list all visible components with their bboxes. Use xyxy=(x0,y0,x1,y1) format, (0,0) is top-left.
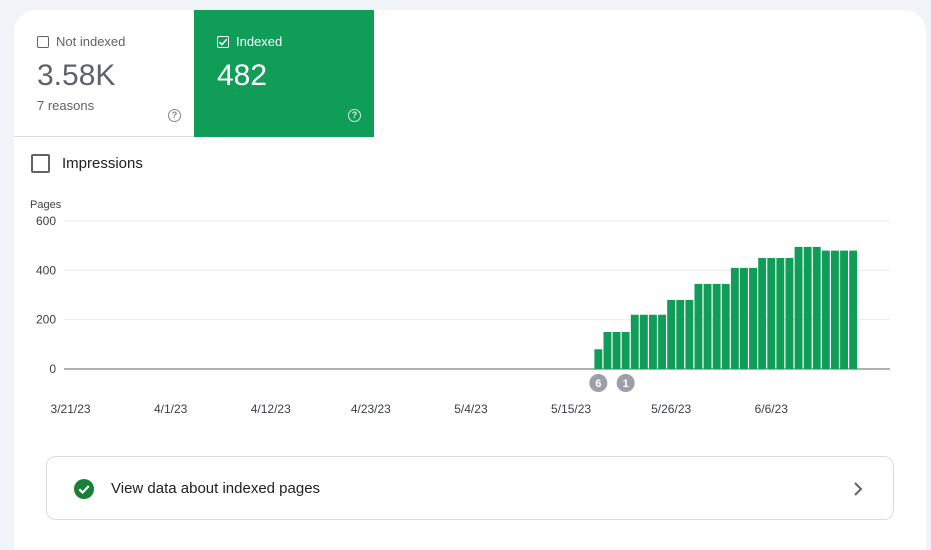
help-icon[interactable]: ? xyxy=(348,109,361,122)
chart-bar[interactable] xyxy=(749,267,757,369)
chart-bar[interactable] xyxy=(831,250,839,369)
chart-bar[interactable] xyxy=(694,283,703,369)
help-icon[interactable]: ? xyxy=(168,109,181,122)
chart-bar[interactable] xyxy=(794,246,803,369)
y-tick-label: 400 xyxy=(36,263,56,277)
chart-bar[interactable] xyxy=(812,246,821,369)
chart-bar[interactable] xyxy=(712,283,721,369)
checkbox-unchecked-icon[interactable] xyxy=(31,154,50,173)
chart-bar[interactable] xyxy=(676,299,685,369)
indexed-pages-chart: Pages 600 400 200 0 3/21/23 4/1/23 4/12/23 4/2… xyxy=(30,199,890,416)
chart-bar[interactable] xyxy=(821,250,830,369)
checkbox-unchecked-icon[interactable] xyxy=(37,35,49,48)
not-indexed-tile[interactable]: Not indexed 3.58K 7 reasons ? xyxy=(14,10,194,137)
x-tick-label: 4/12/23 xyxy=(251,402,291,416)
annotation-marker[interactable]: 1 xyxy=(616,374,635,392)
annotation-marker[interactable]: 6 xyxy=(589,374,608,392)
chart-bar[interactable] xyxy=(639,314,648,369)
annotation-label: 1 xyxy=(623,378,629,390)
x-tick-label: 6/6/23 xyxy=(755,402,789,416)
chart-bar[interactable] xyxy=(758,258,767,369)
not-indexed-label: Not indexed xyxy=(56,34,126,49)
chart-bar[interactable] xyxy=(685,299,694,369)
chart-bar[interactable] xyxy=(785,258,794,369)
y-tick-label: 600 xyxy=(36,214,56,228)
chart-bar[interactable] xyxy=(603,332,612,369)
chart-bar[interactable] xyxy=(721,283,730,369)
chart-bar[interactable] xyxy=(612,332,621,369)
chart-bar[interactable] xyxy=(840,250,848,369)
coverage-card: Not indexed 3.58K 7 reasons ? Indexed 48… xyxy=(14,10,926,550)
not-indexed-reasons: 7 reasons xyxy=(37,98,95,113)
not-indexed-value: 3.58K xyxy=(37,59,116,92)
x-tick-label: 5/15/23 xyxy=(551,402,591,416)
impressions-toggle[interactable]: Impressions xyxy=(31,154,143,173)
chart-bar[interactable] xyxy=(621,332,630,369)
checkbox-checked-icon[interactable] xyxy=(217,35,229,48)
x-tick-label: 3/21/23 xyxy=(51,402,91,416)
chart-bar[interactable] xyxy=(630,314,639,369)
indexed-value: 482 xyxy=(217,59,268,92)
x-axis-ticks: 3/21/23 4/1/23 4/12/23 4/23/23 5/4/23 5/15/23… xyxy=(51,402,789,416)
chart-bar[interactable] xyxy=(849,250,858,369)
chart-bar[interactable] xyxy=(649,314,657,369)
not-indexed-header: Not indexed xyxy=(37,34,125,49)
y-tick-label: 200 xyxy=(36,313,56,327)
view-indexed-pages-link[interactable]: View data about indexed pages xyxy=(46,456,894,520)
impressions-label: Impressions xyxy=(62,155,143,172)
x-tick-label: 4/1/23 xyxy=(154,402,188,416)
y-axis-label: Pages xyxy=(30,199,62,211)
chart-bar[interactable] xyxy=(776,258,785,369)
chart-bar[interactable] xyxy=(730,267,739,369)
chart-bar[interactable] xyxy=(703,283,712,369)
x-tick-label: 4/23/23 xyxy=(351,402,391,416)
chart-annotations: 61 xyxy=(589,374,635,392)
chevron-right-icon xyxy=(854,482,863,496)
x-tick-label: 5/26/23 xyxy=(651,402,691,416)
indexed-label: Indexed xyxy=(236,34,283,49)
indexed-header: Indexed xyxy=(217,34,282,49)
chart-bar[interactable] xyxy=(767,258,776,369)
chart-bar[interactable] xyxy=(740,267,748,369)
chart-bar[interactable] xyxy=(667,299,676,369)
chart-bar[interactable] xyxy=(803,246,812,369)
y-tick-label: 0 xyxy=(49,362,56,376)
chart-bars xyxy=(594,246,858,369)
annotation-label: 6 xyxy=(595,378,601,390)
check-circle-icon xyxy=(74,479,94,499)
x-tick-label: 5/4/23 xyxy=(454,402,488,416)
view-indexed-pages-label: View data about indexed pages xyxy=(111,480,321,497)
chart-bar[interactable] xyxy=(594,349,603,369)
chart-bar[interactable] xyxy=(658,314,666,369)
indexed-tile[interactable]: Indexed 482 ? xyxy=(194,10,374,137)
